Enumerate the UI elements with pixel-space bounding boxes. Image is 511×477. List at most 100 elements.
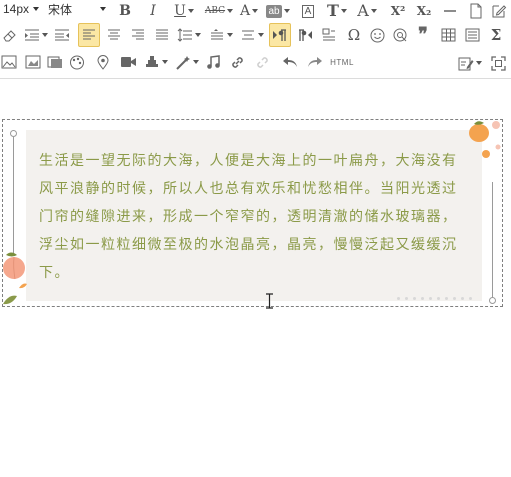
insert-code-button[interactable] [462,24,482,46]
insert-music-button[interactable] [204,51,222,73]
template-button[interactable] [456,52,484,74]
chevron-down-icon [476,61,482,65]
font-size-select[interactable]: 14px [3,1,39,17]
chevron-down-icon [283,9,290,13]
edit-document-icon [492,5,507,18]
paragraph-ltr-icon [273,29,286,41]
paragraph-rtl-icon [299,29,312,41]
text-border-button[interactable]: A [298,0,318,22]
font-style-button[interactable]: A [354,0,380,22]
insert-link-button[interactable] [228,51,246,73]
chevron-down-icon [340,9,347,13]
horizontal-rule-icon [444,10,456,12]
search-icon [393,28,406,41]
insert-attachment-button[interactable] [143,51,169,73]
editor-toolbar: 14px 宋体 B I U ABC A ab A T A X² X₂ Ω ❞ Σ… [0,0,511,79]
subscript-button[interactable]: X₂ [413,0,435,22]
line-height-button[interactable] [175,24,203,46]
underline-button[interactable]: U [170,0,198,22]
strikethrough-button[interactable]: ABC [203,0,235,22]
music-note-icon [207,54,220,69]
dot [453,297,456,300]
chevron-down-icon [370,9,377,13]
background-button[interactable] [68,51,86,73]
html-source-button[interactable]: HTML [330,51,354,73]
decor-dots [397,297,472,300]
unlink-button[interactable] [253,51,273,73]
eraser-button[interactable] [0,24,18,46]
align-center-button[interactable] [104,24,124,46]
font-style-icon: A [357,1,369,20]
dot [445,297,448,300]
format-list-button[interactable] [319,24,339,46]
video-icon [120,57,136,67]
font-family-select[interactable]: 宋体 [48,1,106,17]
new-document-button[interactable] [466,0,486,22]
chevron-down-icon [227,33,233,37]
text-cursor-icon [266,293,273,309]
right-decor-line [492,182,493,298]
font-color-button[interactable]: A [236,0,262,22]
horizontal-rule-button[interactable] [440,0,460,22]
font-size-value: 14px [3,2,30,16]
chevron-down-icon [227,9,234,13]
fullscreen-button[interactable] [488,52,508,74]
list-style-icon [242,30,254,40]
palette-icon [70,55,84,69]
outdent-button[interactable] [52,24,72,46]
redo-button[interactable] [305,51,325,73]
formula-button[interactable]: Σ [486,24,506,46]
omega-icon: Ω [347,25,361,44]
insert-video-button[interactable] [118,51,138,73]
indent-button[interactable] [22,24,50,46]
line-end-ring [489,297,496,304]
chevron-down-icon [42,33,48,37]
magic-wand-icon [176,55,190,70]
chevron-down-icon [258,33,264,37]
insert-image-button[interactable] [0,51,18,73]
insert-table-button[interactable] [438,24,458,46]
link-icon [231,56,243,68]
bold-button[interactable]: B [116,0,134,22]
magic-wand-button[interactable] [173,51,201,73]
blockquote-button[interactable]: ❞ [413,24,433,46]
superscript-icon: X² [390,4,406,18]
line-end-ring [10,130,17,137]
new-document-icon [470,3,482,19]
paragraph-spacing-button[interactable] [207,24,235,46]
italic-button[interactable]: I [144,0,162,22]
sum-icon: Σ [490,25,502,44]
image-icon [1,55,17,69]
font-color-icon: A [239,3,251,19]
subscript-icon: X₂ [416,4,432,18]
undo-button[interactable] [280,51,300,73]
special-char-button[interactable]: Ω [343,24,365,46]
align-left-button[interactable] [78,23,100,47]
align-right-icon [132,29,144,40]
justify-button[interactable] [152,24,172,46]
insert-map-button[interactable] [94,51,112,73]
body-paragraph[interactable]: 生活是一望无际的大海，人便是大海上的一叶扁舟，大海没有风平浪静的时候，所以人也总… [39,147,469,287]
text-direction-rtl-button[interactable] [295,24,315,46]
bold-icon: B [119,3,131,19]
table-icon [441,28,455,42]
emoji-button[interactable] [367,24,387,46]
map-pin-icon [97,54,109,70]
redo-icon [308,57,322,67]
undo-icon [283,57,297,67]
edit-document-button[interactable] [489,0,509,22]
text-size-button[interactable]: T [324,0,350,22]
insert-multi-image-button[interactable] [24,51,42,73]
list-style-button[interactable] [238,24,266,46]
chevron-down-icon [162,60,168,64]
format-list-icon [322,28,335,41]
text-direction-ltr-button[interactable] [269,23,291,47]
dot [405,297,408,300]
stamp-icon [146,55,158,67]
highlight-color-button[interactable]: ab [264,0,292,22]
align-right-button[interactable] [128,24,148,46]
insert-frame-button[interactable] [46,51,64,73]
dot [461,297,464,300]
search-replace-button[interactable] [390,24,410,46]
superscript-button[interactable]: X² [387,0,409,22]
